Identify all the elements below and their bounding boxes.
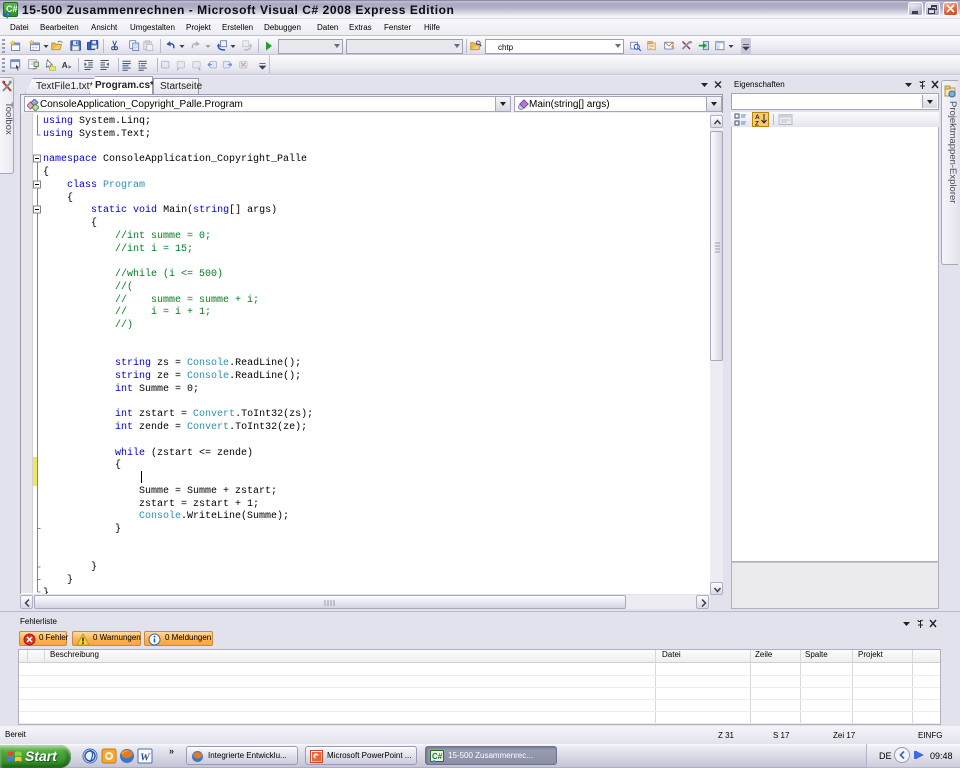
svg-text:W: W [140, 752, 151, 764]
svg-text:C#: C# [432, 752, 443, 761]
svg-text:A: A [62, 61, 68, 70]
svg-text:»: » [169, 746, 174, 756]
